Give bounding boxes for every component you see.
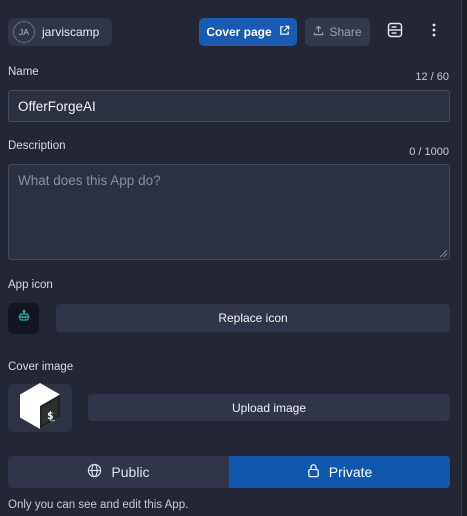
visibility-note: Only you can see and edit this App. [8, 499, 189, 511]
layout-icon [387, 22, 403, 43]
header-bar: JA jarviscamp Cover page Share [8, 18, 453, 46]
cover-image-preview: $ [8, 382, 72, 435]
visibility-private-option[interactable]: Private [229, 456, 450, 488]
name-label: Name [8, 66, 39, 78]
replace-icon-label: Replace icon [218, 311, 288, 325]
upload-image-label: Upload image [231, 400, 307, 415]
cover-page-button[interactable]: Cover page [199, 18, 297, 46]
bot-icon [17, 309, 31, 328]
user-name: jarviscamp [42, 25, 100, 39]
resize-handle[interactable] [439, 249, 448, 258]
upload-image-button[interactable]: Upload image [88, 394, 450, 421]
description-counter: 0 / 1000 [409, 146, 449, 158]
upload-icon [313, 25, 324, 39]
more-options-button[interactable] [420, 18, 448, 46]
private-label: Private [328, 464, 373, 480]
bash-shell-icon: $ [18, 382, 62, 435]
cover-image-label: Cover image [8, 361, 74, 373]
external-link-icon [279, 25, 290, 39]
avatar: JA [13, 21, 35, 43]
visibility-public-option[interactable]: Public [8, 456, 229, 488]
name-input[interactable] [8, 90, 450, 122]
share-label: Share [329, 25, 362, 39]
app-settings-panel: JA jarviscamp Cover page Share Name 12 /… [0, 0, 462, 516]
public-label: Public [111, 464, 150, 480]
user-chip[interactable]: JA jarviscamp [8, 18, 112, 46]
scrollbar[interactable] [462, 0, 467, 516]
app-icon-preview [8, 303, 39, 334]
more-vertical-icon [432, 23, 436, 42]
lock-icon [307, 463, 320, 481]
layout-toggle-button[interactable] [381, 18, 409, 46]
replace-icon-button[interactable]: Replace icon [56, 304, 450, 332]
description-textarea[interactable] [8, 164, 450, 260]
description-label: Description [8, 140, 66, 152]
cover-page-label: Cover page [206, 25, 272, 39]
name-counter: 12 / 60 [415, 71, 449, 83]
globe-icon [87, 463, 102, 481]
app-icon-label: App icon [8, 279, 53, 291]
share-button[interactable]: Share [305, 18, 370, 46]
